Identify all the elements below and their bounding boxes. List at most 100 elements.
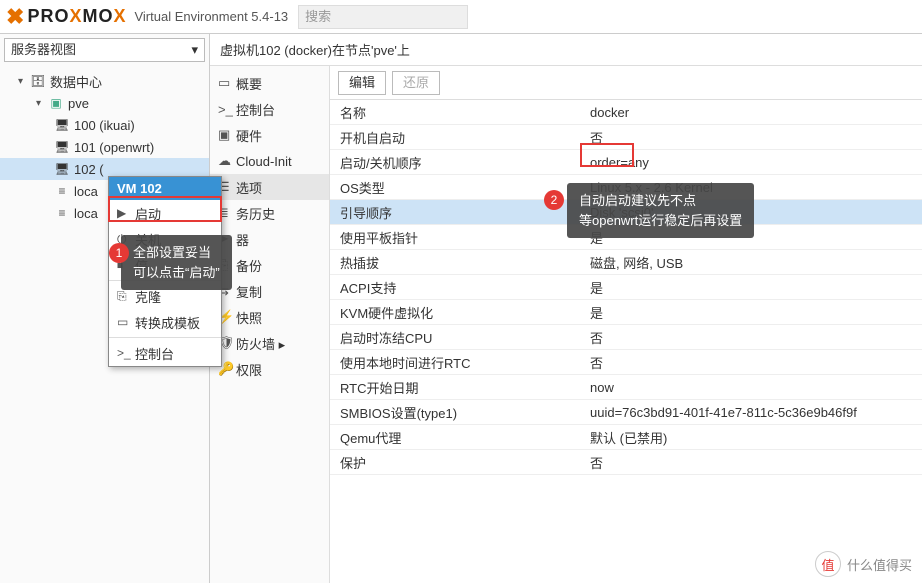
menu-icon: >_	[117, 346, 135, 360]
option-value: 默认 (已禁用)	[590, 428, 912, 447]
tab-label: 控制台	[236, 100, 275, 119]
callout-tip-1: 全部设置妥当 可以点击“启动”	[121, 235, 232, 290]
logo-x2: X	[113, 6, 126, 27]
callout-badge-2: 2	[544, 190, 564, 210]
tab-item[interactable]: ≣务历史	[210, 200, 329, 226]
tab-icon: >_	[218, 102, 236, 117]
chevron-down-icon: ▾	[191, 39, 198, 61]
tab-icon: ▣	[218, 127, 236, 143]
option-row[interactable]: Qemu代理默认 (已禁用)	[330, 425, 922, 450]
menu-icon: ⎘	[117, 289, 135, 304]
collapse-icon[interactable]: ▾	[18, 76, 30, 87]
collapse-icon[interactable]: ▾	[36, 98, 48, 109]
menu-icon: ▶	[117, 206, 135, 220]
tree-vm-101[interactable]: 101 (openwrt)	[0, 136, 209, 158]
logo-post: MO	[82, 6, 113, 27]
storage-icon	[54, 184, 70, 198]
option-key: 启动/关机顺序	[340, 153, 590, 172]
tab-label: 器	[236, 230, 249, 249]
menu-label: 启动	[135, 204, 161, 223]
menu-separator	[109, 337, 221, 338]
tab-label: 复制	[236, 282, 262, 301]
option-value: 是	[590, 303, 912, 322]
datacenter-icon	[30, 74, 46, 88]
option-value: uuid=76c3bd91-401f-41e7-811c-5c36e9b46f9…	[590, 405, 912, 420]
vm-icon	[54, 118, 70, 132]
option-key: 名称	[340, 103, 590, 122]
callout-tip-2: 自动启动建议先不点 等openwrt运行稳定后再设置	[567, 183, 754, 238]
option-value: 否	[590, 353, 912, 372]
tree-label: 102 (	[74, 162, 104, 177]
tab-item[interactable]: ☁Cloud-Init	[210, 148, 329, 174]
search-input[interactable]: 搜索	[298, 5, 468, 29]
storage-icon	[54, 206, 70, 220]
option-row[interactable]: ACPI支持是	[330, 275, 922, 300]
tab-label: 快照	[236, 308, 262, 327]
option-key: 使用本地时间进行RTC	[340, 353, 590, 372]
option-row[interactable]: 启动时冻结CPU否	[330, 325, 922, 350]
context-menu-header: VM 102	[109, 177, 221, 200]
option-row[interactable]: 保护否	[330, 450, 922, 475]
option-value: 是	[590, 278, 912, 297]
logo: ✖ PROXMOX	[6, 4, 126, 30]
option-row[interactable]: 名称docker	[330, 100, 922, 125]
tab-label: 概要	[236, 74, 262, 93]
menu-label: 控制台	[135, 344, 174, 363]
view-selector[interactable]: 服务器视图 ▾	[4, 38, 205, 62]
logo-x-icon: ✖	[6, 4, 25, 30]
menu-item[interactable]: ▭转换成模板	[109, 309, 221, 335]
options-grid: 名称docker开机自启动否启动/关机顺序order=anyOS类型Linux …	[330, 100, 922, 583]
tab-item[interactable]: ☰选项	[210, 174, 329, 200]
tab-item[interactable]: ▭概要	[210, 70, 329, 96]
tip-line: 等openwrt运行稳定后再设置	[579, 211, 742, 231]
tab-label: 备份	[236, 256, 262, 275]
menu-label: 转换成模板	[135, 313, 200, 332]
watermark: 值 什么值得买	[815, 551, 912, 577]
edit-button[interactable]: 编辑	[338, 71, 386, 95]
tab-item[interactable]: >_控制台	[210, 96, 329, 122]
option-key: 热插拔	[340, 253, 590, 272]
option-key: SMBIOS设置(type1)	[340, 403, 590, 422]
option-row[interactable]: KVM硬件虚拟化是	[330, 300, 922, 325]
option-row[interactable]: 启动/关机顺序order=any	[330, 150, 922, 175]
tab-label: 选项	[236, 178, 262, 197]
tab-item[interactable]: 🔑权限	[210, 356, 329, 382]
option-value: order=any	[590, 155, 912, 170]
menu-item[interactable]: ▶启动	[109, 200, 221, 226]
option-row[interactable]: RTC开始日期now	[330, 375, 922, 400]
tab-item[interactable]: ▣硬件	[210, 122, 329, 148]
vm-icon	[54, 140, 70, 154]
revert-button[interactable]: 还原	[392, 71, 440, 95]
tree-label: 数据中心	[50, 72, 102, 91]
option-value: 否	[590, 128, 912, 147]
version-label: Virtual Environment 5.4-13	[134, 9, 288, 24]
option-row[interactable]: 使用本地时间进行RTC否	[330, 350, 922, 375]
tree-node-pve[interactable]: ▾ pve	[0, 92, 209, 114]
option-value: 磁盘, 网络, USB	[590, 253, 912, 272]
menu-item[interactable]: >_控制台	[109, 340, 221, 366]
tab-item[interactable]: ⚡快照	[210, 304, 329, 330]
content-title: 虚拟机102 (docker)在节点'pve'上	[210, 34, 922, 66]
tree-label: 101 (openwrt)	[74, 140, 154, 155]
tree-vm-100[interactable]: 100 (ikuai)	[0, 114, 209, 136]
vm-icon	[54, 162, 70, 176]
tip-line: 可以点击“启动”	[133, 263, 220, 283]
option-key: 保护	[340, 453, 590, 472]
option-row[interactable]: 开机自启动否	[330, 125, 922, 150]
option-value: now	[590, 380, 912, 395]
toolbar: 编辑 还原	[330, 66, 922, 100]
tree-label: loca	[74, 184, 98, 199]
option-key: KVM硬件虚拟化	[340, 303, 590, 322]
tab-label: 硬件	[236, 126, 262, 145]
option-key: ACPI支持	[340, 278, 590, 297]
option-row[interactable]: SMBIOS设置(type1)uuid=76c3bd91-401f-41e7-8…	[330, 400, 922, 425]
option-key: 使用平板指针	[340, 228, 590, 247]
option-row[interactable]: 热插拔磁盘, 网络, USB	[330, 250, 922, 275]
tab-icon: ▭	[218, 75, 236, 91]
tab-item[interactable]: 🛡防火墙 ▸	[210, 330, 329, 356]
tree-datacenter[interactable]: ▾ 数据中心	[0, 70, 209, 92]
option-value: 否	[590, 328, 912, 347]
option-value: docker	[590, 105, 912, 120]
tab-label: 权限	[236, 360, 262, 379]
server-icon	[48, 96, 64, 110]
